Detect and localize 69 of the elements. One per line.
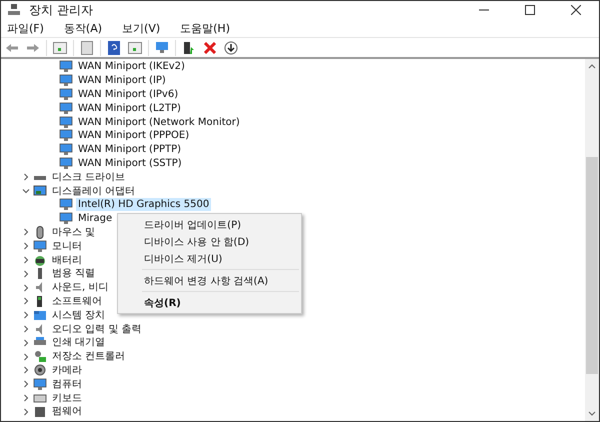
remove-button[interactable]	[202, 40, 218, 56]
close-icon[interactable]	[571, 5, 581, 15]
context-menu-item[interactable]: 디바이스 제거(U)	[118, 250, 301, 267]
monitor-icon	[59, 129, 73, 142]
tree-item[interactable]: WAN Miniport (IKEv2)	[76, 60, 187, 74]
context-menu-item[interactable]: 하드웨어 변경 사항 검색(A)	[118, 272, 301, 289]
tree-item[interactable]: WAN Miniport (IP)	[76, 74, 168, 88]
app-icon	[7, 3, 21, 17]
context-menu-item[interactable]: 드라이버 업데이트(P)	[118, 216, 301, 233]
storage-icon	[33, 350, 47, 364]
tree-item[interactable]: Intel(R) HD Graphics 5500	[76, 198, 212, 212]
tree-item[interactable]: 마우스 및	[50, 226, 98, 239]
tree-item[interactable]: 소프트웨어	[50, 294, 104, 308]
tree-item[interactable]: Mirage	[76, 212, 114, 226]
monitor-icon	[59, 116, 73, 129]
context-menu-item[interactable]: 디바이스 사용 안 함(D)	[118, 233, 301, 250]
tree-item[interactable]: 카메라	[50, 364, 84, 377]
menu-item[interactable]: 동작(A)	[62, 20, 104, 36]
tree-item[interactable]: 저장소 컨트롤러	[50, 350, 128, 364]
window-view-button[interactable]	[127, 40, 143, 56]
keyboard-icon	[33, 392, 47, 405]
tree-item[interactable]: 시스템 장치	[50, 308, 108, 322]
battery-icon	[33, 254, 47, 267]
monitor-icon	[59, 198, 73, 212]
tree-item[interactable]: WAN Miniport (SSTP)	[76, 156, 184, 170]
scrollbar-thumb[interactable]	[586, 157, 598, 374]
properties-button[interactable]	[79, 40, 95, 56]
tree-item[interactable]: 범용 직렬	[50, 267, 98, 280]
tree-item[interactable]: WAN Miniport (L2TP)	[76, 102, 183, 115]
scan-hardware-button[interactable]	[154, 40, 170, 56]
monitor-icon	[59, 88, 73, 101]
monitor-icon	[59, 102, 73, 115]
help-button[interactable]	[106, 40, 122, 56]
monitor-icon	[59, 212, 73, 226]
add-driver-button[interactable]	[181, 40, 197, 56]
monitor-icon	[33, 378, 47, 391]
monitor-icon	[59, 74, 73, 88]
window-view-button[interactable]	[52, 40, 68, 56]
menu-item[interactable]: 보기(V)	[120, 20, 162, 36]
tree-item[interactable]: 디스크 드라이브	[50, 170, 128, 184]
tree-item[interactable]: 키보드	[50, 392, 84, 405]
display-adapter-icon	[33, 184, 47, 198]
tree-item[interactable]: 오디오 입력 및 출력	[50, 322, 144, 336]
window-title: 장치 관리자	[29, 2, 94, 18]
tree-item[interactable]: 펌웨어	[50, 405, 84, 418]
context-menu-item[interactable]: 속성(R)	[118, 294, 301, 311]
tree-item[interactable]: WAN Miniport (Network Monitor)	[76, 116, 242, 129]
camera-icon	[33, 364, 47, 377]
tree-item[interactable]: WAN Miniport (IPv6)	[76, 88, 180, 101]
menu-item[interactable]: 도움말(H)	[178, 20, 232, 36]
download-button[interactable]	[223, 40, 239, 56]
menu-item[interactable]: 파일(F)	[5, 20, 46, 36]
tree-item[interactable]: 배터리	[50, 254, 84, 267]
tree-item[interactable]: 컴퓨터	[50, 378, 84, 391]
folder-icon	[33, 308, 47, 322]
tree-item[interactable]: 인쇄 대기열	[50, 336, 108, 350]
scroll-down-icon[interactable]	[588, 409, 596, 417]
monitor-icon	[59, 60, 73, 74]
maximize-icon[interactable]	[525, 5, 535, 15]
tree-item[interactable]: WAN Miniport (PPPOE)	[76, 129, 192, 142]
monitor-icon	[33, 240, 47, 253]
tree-item[interactable]: 모니터	[50, 240, 84, 253]
tree-item[interactable]: WAN Miniport (PPTP)	[76, 143, 184, 156]
tree-item[interactable]: 디스플레이 어댑터	[50, 184, 138, 198]
scrollbar[interactable]	[585, 59, 599, 421]
tree-item[interactable]: 사운드, 비디	[50, 281, 110, 294]
monitor-icon	[59, 143, 73, 156]
scroll-up-icon[interactable]	[588, 63, 596, 71]
monitor-icon	[59, 156, 73, 170]
